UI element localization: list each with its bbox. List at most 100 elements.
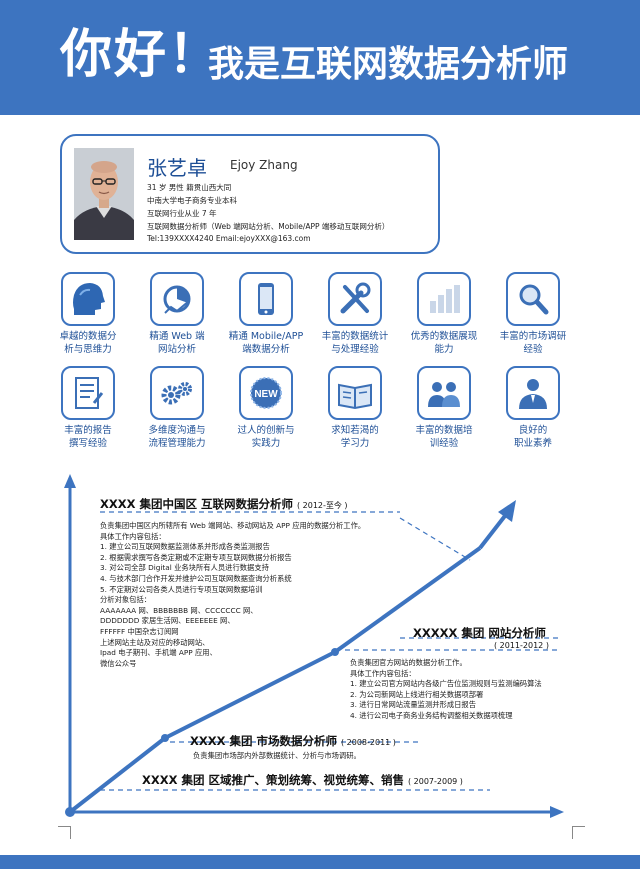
growth-line [478,510,510,550]
skill-label: 职业素养 [513,438,552,449]
open-book-icon [328,366,382,420]
job-line: 负责集团中国区内所辖所有 Web 端网站、移动网站及 APP 应用的数据分析工作… [100,521,366,530]
job-line: 5. 不定期对公司各类人员进行专项互联网数据培训 [100,584,263,594]
skill-item: 卓越的数据分 析与思维力 [45,272,131,356]
skill-label: 丰富的报告 [64,425,112,436]
y-axis-arrow [64,474,76,488]
skill-label: 网站分析 [157,344,196,355]
job-line: 3. 进行日常网站流量监测并形成日报告 [350,700,477,710]
skill-item: 丰富的报告 撰写经验 [45,366,131,450]
job-line: 2. 根据需求撰写各类定期或不定期专项互联网数据分析报告 [100,552,292,562]
job-line: 4. 与技术部门合作开发并维护公司互联网数据查询分析系统 [100,573,292,583]
profile-card: 张艺卓 Ejoy Zhang 31 岁 男性 籍贯山西大同 中南大学电子商务专业… [60,134,440,254]
milestone-dot [161,734,169,742]
profile-info-line: 互联网行业从业 7 年 [147,209,217,218]
job-line: AAAAAAA 网、BBBBBBB 网、CCCCCCC 网、 [100,605,258,615]
new-badge-icon: NEW [239,366,293,420]
profile-english-name: Ejoy Zhang [230,158,298,172]
job-line: 2. 为公司新网站上线进行相关数据项部署 [350,689,484,699]
job-title: XXXXX 集团 网站分析师 [413,625,546,641]
profile-photo [74,148,134,240]
skill-label: 流程管理能力 [148,438,206,449]
skill-item: 良好的 职业素养 [490,366,576,450]
job-title: XXXX 集团中国区 互联网数据分析师( 2012-至今 ) [100,496,348,512]
job-line: 具体工作内容包括： [100,531,166,541]
job-title: XXXX 集团 市场数据分析师( 2008-2011 ) [190,733,396,749]
job-line: 微信公众号 [100,658,137,668]
skill-item: 求知若渴的 学习力 [312,366,398,450]
skill-label: 与处理经验 [331,344,379,355]
skill-item: NEW 过人的创新与 实践力 [223,366,309,450]
tools-icon [328,272,382,326]
skill-item: 丰富的市场调研 经验 [490,272,576,356]
web-analytics-icon [150,272,204,326]
job-title-text: XXXX 集团中国区 互联网数据分析师 [100,497,293,511]
bar-chart-icon [417,272,471,326]
skill-label: 丰富的市场调研 [499,331,567,342]
skill-label: 良好的 [518,425,548,436]
job-line: DDDDDDD 家居生活网、EEEEEEE 网、 [100,616,235,626]
job-line: Ipad 电子期刊、手机端 APP 应用、 [100,648,217,658]
job-title-text: XXXXX 集团 网站分析师 [413,626,546,640]
skill-label: 优秀的数据展现 [410,331,478,342]
profile-info-line: 互联网数据分析师（Web 端网站分析、Mobile/APP 端移动互联网分析） [147,222,390,231]
skill-item: 丰富的数据统计 与处理经验 [312,272,398,356]
head-profile-icon [61,272,115,326]
job-line: 分析对象包括： [100,595,152,605]
skill-label: 析与思维力 [64,344,112,355]
footer-bar [0,855,640,869]
business-person-icon [506,366,560,420]
skill-item: 精通 Web 端网站分析 [134,272,220,356]
skill-label: 训经验 [429,438,459,449]
job-line: 4. 进行公司电子商务业务结构调整相关数据项梳理 [350,710,513,720]
gears-icon [150,366,204,420]
skill-label: 学习力 [340,438,370,449]
svg-text:NEW: NEW [254,389,278,400]
job-years: ( 2011-2012 ) [494,641,549,650]
magnifier-icon [506,272,560,326]
skill-item: 优秀的数据展现 能力 [401,272,487,356]
corner-mark [58,826,71,839]
skill-label: 求知若渴的 [331,425,379,436]
job-years: ( 2008-2011 ) [340,738,396,747]
corner-mark [572,826,585,839]
skill-label: 实践力 [251,438,281,449]
job-description: 负责集团中国区内所辖所有 Web 端网站、移动网站及 APP 应用的数据分析工作… [100,521,365,669]
skill-label: 经验 [523,344,543,355]
profile-info-line: 31 岁 男性 籍贯山西大同 [147,183,232,192]
skill-label: 丰富的数据统计 [321,331,389,342]
skill-label: 卓越的数据分 [59,331,117,342]
headline-subtitle: 我是互联网数据分析师 [208,44,569,85]
skill-label: 多维度沟通与 [148,425,206,436]
skill-item: 丰富的数据培 训经验 [401,366,487,450]
skill-item: 精通 Mobile/APP 端数据分析 [223,272,309,356]
report-document-icon [61,366,115,420]
job-title-text: XXXX 集团 市场数据分析师 [190,734,337,748]
header-banner: 你好！ 我是互联网数据分析师 [0,0,640,115]
job-line: 上述网站主站及对应的移动网站、 [100,637,210,647]
job-line: 具体工作内容包括： [350,668,416,678]
profile-name: 张艺卓 [147,156,207,180]
job-line: 3. 对公司全部 Digital 业务块所有人员进行数据支持 [100,563,269,573]
job-years: ( 2007-2009 ) [407,777,463,786]
skill-label: 精通 Web 端 [149,331,205,342]
skill-label: 端数据分析 [242,344,290,355]
job-line: 负责集团市场部内外部数据统计、分析与市场调研。 [193,751,361,760]
job-line: 负责集团官方网站的数据分析工作。 [350,658,467,667]
x-axis-arrow [550,806,564,818]
job-title: XXXX 集团 区域推广、策划统筹、视觉统筹、销售( 2007-2009 ) [142,772,463,788]
profile-info-line: 中南大学电子商务专业本科 [147,196,237,205]
skill-label: 能力 [434,344,454,355]
job-line: FFFFFF 中国杂志订阅网 [100,626,179,636]
skill-label: 撰写经验 [68,438,107,449]
mobile-phone-icon [239,272,293,326]
profile-contact-line: Tel:139XXXX4240 Email:ejoyXXX@163.com [147,234,311,243]
group-people-icon [417,366,471,420]
job-description: 负责集团市场部内外部数据统计、分析与市场调研。 [193,751,361,762]
skill-item: 多维度沟通与 流程管理能力 [134,366,220,450]
skill-label: 丰富的数据培 [415,425,473,436]
job-years: ( 2012-至今 ) [296,501,348,510]
skill-label: 过人的创新与 [237,425,295,436]
job-title-text: XXXX 集团 区域推广、策划统筹、视觉统筹、销售 [142,773,404,787]
job-description: 负责集团官方网站的数据分析工作。 具体工作内容包括： 1. 建立公司官方网站内各… [350,658,542,722]
